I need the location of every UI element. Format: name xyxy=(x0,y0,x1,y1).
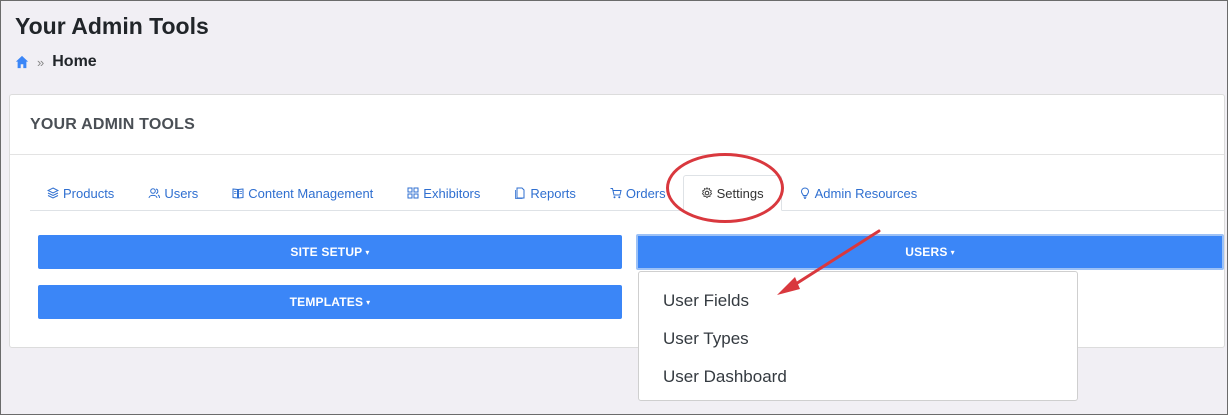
templates-label: TEMPLATES xyxy=(289,295,364,309)
breadcrumb-separator: » xyxy=(37,54,45,70)
dropdown-item-user-types[interactable]: User Types xyxy=(639,320,1077,358)
templates-button[interactable]: TEMPLATES ▾ xyxy=(38,285,622,319)
layers-icon xyxy=(47,187,59,199)
page-title: Your Admin Tools xyxy=(15,13,209,39)
tab-label: Admin Resources xyxy=(814,185,918,201)
tab-admin-resources[interactable]: Admin Resources xyxy=(782,176,935,210)
tab-bar: Products Users Content Management Exhibi… xyxy=(30,175,1224,211)
caret-down-icon: ▾ xyxy=(366,297,371,307)
tab-users[interactable]: Users xyxy=(131,176,215,210)
dropdown-item-user-fields[interactable]: User Fields xyxy=(639,282,1077,320)
grid-icon xyxy=(407,187,419,199)
users-dropdown-menu: User Fields User Types User Dashboard xyxy=(638,271,1078,401)
tab-label: Exhibitors xyxy=(423,185,481,201)
site-setup-button[interactable]: SITE SETUP ▾ xyxy=(38,235,622,269)
book-icon xyxy=(232,188,244,199)
caret-down-icon: ▾ xyxy=(365,247,370,257)
card-title: YOUR ADMIN TOOLS xyxy=(10,95,1224,155)
tab-label: Orders xyxy=(625,185,666,201)
cart-icon xyxy=(610,188,622,199)
breadcrumb-home[interactable]: Home xyxy=(52,53,96,71)
caret-down-icon: ▾ xyxy=(950,247,955,257)
tab-products[interactable]: Products xyxy=(30,176,131,210)
site-setup-label: SITE SETUP xyxy=(290,245,363,259)
document-icon xyxy=(515,187,525,199)
tab-label: Content Management xyxy=(248,185,374,201)
users-label: USERS xyxy=(905,245,948,259)
users-icon xyxy=(148,188,161,199)
breadcrumb: » Home xyxy=(15,53,97,71)
tab-exhibitors[interactable]: Exhibitors xyxy=(390,176,497,210)
users-button[interactable]: USERS ▾ xyxy=(636,234,1224,270)
tab-content-management[interactable]: Content Management xyxy=(215,176,390,210)
tab-label: Users xyxy=(164,185,199,201)
tab-label: Products xyxy=(63,185,115,201)
tab-label: Reports xyxy=(530,185,576,201)
lightbulb-icon xyxy=(800,187,809,199)
home-icon[interactable] xyxy=(15,55,29,69)
dropdown-item-user-dashboard[interactable]: User Dashboard xyxy=(639,358,1077,396)
tab-reports[interactable]: Reports xyxy=(497,176,593,210)
settings-highlight-annotation xyxy=(666,153,784,223)
